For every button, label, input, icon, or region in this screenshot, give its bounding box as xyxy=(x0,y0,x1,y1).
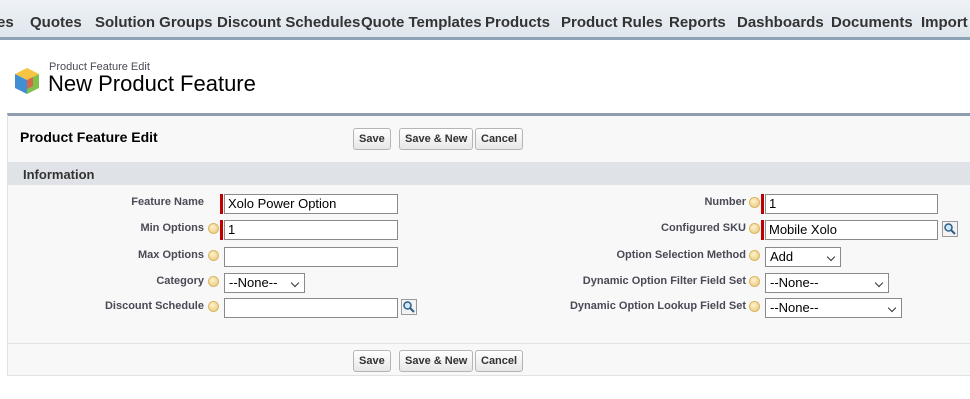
chevron-down-icon xyxy=(887,303,897,313)
dynamic-option-filter-field-set-select[interactable]: --None-- xyxy=(765,273,889,293)
tab-reports[interactable]: Reports xyxy=(669,14,726,31)
discount-schedule-input[interactable] xyxy=(224,298,398,318)
footer-divider xyxy=(8,343,970,344)
tab-quotes[interactable]: Quotes xyxy=(30,14,82,31)
help-icon[interactable] xyxy=(749,197,760,208)
help-icon[interactable] xyxy=(208,250,219,261)
panel-title: Product Feature Edit xyxy=(20,129,158,145)
min-options-input[interactable]: 1 xyxy=(224,220,398,240)
dynamic-option-filter-field-set-label: Dynamic Option Filter Field Set xyxy=(582,275,746,287)
required-indicator xyxy=(220,194,223,214)
max-options-input[interactable] xyxy=(224,247,398,267)
save-button-top[interactable]: Save xyxy=(353,128,391,150)
required-indicator xyxy=(761,194,764,214)
help-icon[interactable] xyxy=(749,223,760,234)
required-indicator xyxy=(220,220,223,240)
section-header: Information xyxy=(8,162,970,185)
product-feature-cube-icon xyxy=(15,68,39,94)
option-selection-method-value: Add xyxy=(770,249,794,264)
cancel-button-top[interactable]: Cancel xyxy=(475,128,524,150)
cancel-button-bottom[interactable]: Cancel xyxy=(475,350,524,372)
max-options-label: Max Options xyxy=(137,249,204,261)
chevron-down-icon xyxy=(290,278,300,288)
configured-sku-input[interactable]: Mobile Xolo xyxy=(765,220,938,240)
tab-documents[interactable]: Documents xyxy=(831,14,913,31)
feature-name-input[interactable]: Xolo Power Option xyxy=(224,194,398,214)
lookup-icon[interactable] xyxy=(942,221,958,237)
option-selection-method-label: Option Selection Method xyxy=(616,249,746,261)
help-icon[interactable] xyxy=(208,223,219,234)
tab-products[interactable]: Products xyxy=(485,14,550,31)
tab-quote-templates[interactable]: Quote Templates xyxy=(361,14,482,31)
category-select-value: --None-- xyxy=(229,275,278,290)
save-button-bottom[interactable]: Save xyxy=(353,350,391,372)
tab-import-partial[interactable]: Import F xyxy=(921,14,970,31)
tab-dashboards[interactable]: Dashboards xyxy=(737,14,824,31)
feature-name-label: Feature Name xyxy=(131,196,204,208)
page-title: New Product Feature xyxy=(48,71,256,96)
help-icon[interactable] xyxy=(208,276,219,287)
configured-sku-label: Configured SKU xyxy=(661,222,746,234)
edit-panel: Product Feature Edit Save Save & New Can… xyxy=(7,113,970,376)
discount-schedule-label: Discount Schedule xyxy=(104,300,204,312)
section-title: Information xyxy=(23,167,95,182)
save-new-button-bottom[interactable]: Save & New xyxy=(399,350,474,372)
tab-bar: es Quotes Solution Groups Discount Sched… xyxy=(0,0,970,40)
category-label: Category xyxy=(156,275,204,287)
number-label: Number xyxy=(704,196,746,208)
dynamic-option-filter-field-set-value: --None-- xyxy=(770,275,819,290)
tab-discount-schedules[interactable]: Discount Schedules xyxy=(217,14,360,31)
dynamic-option-lookup-field-set-label: Dynamic Option Lookup Field Set xyxy=(569,300,746,312)
tab-solution-groups[interactable]: Solution Groups xyxy=(95,14,213,31)
help-icon[interactable] xyxy=(749,250,760,261)
save-new-button-top[interactable]: Save & New xyxy=(399,128,474,150)
category-select[interactable]: --None-- xyxy=(224,273,305,293)
min-options-label: Min Options xyxy=(140,222,204,234)
option-selection-method-select[interactable]: Add xyxy=(765,247,841,267)
dynamic-option-lookup-field-set-value: --None-- xyxy=(770,300,819,315)
number-input[interactable]: 1 xyxy=(765,194,938,214)
help-icon[interactable] xyxy=(208,301,219,312)
tab-product-rules[interactable]: Product Rules xyxy=(561,14,663,31)
dynamic-option-lookup-field-set-select[interactable]: --None-- xyxy=(765,298,902,318)
lookup-icon[interactable] xyxy=(401,299,417,315)
chevron-down-icon xyxy=(826,252,836,262)
required-indicator xyxy=(761,220,764,240)
help-icon[interactable] xyxy=(749,301,760,312)
help-icon[interactable] xyxy=(749,276,760,287)
tab-partial-left[interactable]: es xyxy=(0,14,14,31)
chevron-down-icon xyxy=(874,278,884,288)
